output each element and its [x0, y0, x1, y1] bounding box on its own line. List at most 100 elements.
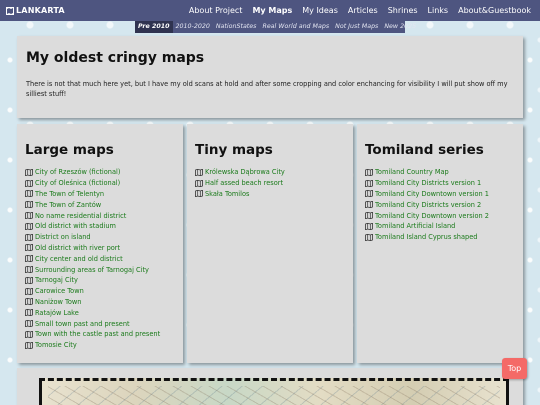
map-link[interactable]: Tomiland Country Map — [375, 168, 449, 176]
map-icon — [25, 330, 33, 338]
map-list-item: Tomosie City — [25, 340, 175, 351]
map-link[interactable]: Old district with river port — [35, 244, 120, 252]
map-icon — [365, 168, 373, 176]
map-list-item: Carowice Town — [25, 286, 175, 297]
map-icon — [25, 266, 33, 274]
large-maps-heading: Large maps — [25, 142, 114, 158]
map-icon — [25, 341, 33, 349]
map-icon — [25, 168, 33, 176]
map-link[interactable]: Skała Tomilos — [205, 190, 249, 198]
map-list-item: The Town of Telentyn — [25, 189, 175, 200]
map-link[interactable]: Ratajów Lake — [35, 309, 79, 317]
subnav-pre-2010[interactable]: Pre 2010 — [135, 21, 173, 33]
subnav-real-world-maps[interactable]: Real World and Maps — [259, 21, 332, 33]
map-link[interactable]: Old district with stadium — [35, 222, 116, 230]
tiny-maps-heading: Tiny maps — [195, 142, 273, 158]
subnav-2010-2020[interactable]: 2010-2020 — [173, 21, 213, 33]
map-link[interactable]: Królewska Dąbrowa City — [205, 168, 285, 176]
map-scan-texture — [48, 386, 500, 405]
map-icon — [365, 201, 373, 209]
map-icon — [25, 244, 33, 252]
map-link[interactable]: Surrounding areas of Tarnogaj City — [35, 266, 149, 274]
large-maps-panel: Large maps City of Rzeszów (fictional) Ci… — [17, 124, 183, 363]
map-icon — [25, 287, 33, 295]
subnav-new-2025[interactable]: New 2025 — [381, 21, 419, 33]
map-link[interactable]: Small town past and present — [35, 320, 130, 328]
tiny-maps-panel: Tiny maps Królewska Dąbrowa City Half ass… — [187, 124, 353, 363]
map-link[interactable]: Naniżow Town — [35, 298, 81, 306]
nav-about-guestbook[interactable]: About&Guestbook — [453, 0, 536, 21]
map-icon — [25, 309, 33, 317]
map-list-item: The Town of Zantów — [25, 199, 175, 210]
map-link[interactable]: No name residential district — [35, 212, 126, 220]
map-list-item: Small town past and present — [25, 318, 175, 329]
map-link[interactable]: Tomiland City Downtown version 2 — [375, 212, 489, 220]
map-preview-panel — [17, 368, 523, 405]
map-icon — [195, 168, 203, 176]
tomiland-series-heading: Tomiland series — [365, 142, 484, 158]
subnav-not-just-maps[interactable]: Not Just Maps — [332, 21, 381, 33]
map-list-item: Naniżow Town — [25, 297, 175, 308]
sub-navigation: Pre 2010 2010-2020 NationStates Real Wor… — [135, 21, 416, 33]
tomiland-series-panel: Tomiland series Tomiland Country Map Tomi… — [357, 124, 523, 363]
map-link[interactable]: Tomiland City Districts version 1 — [375, 179, 481, 187]
map-scan-image[interactable] — [39, 378, 509, 405]
map-link[interactable]: The Town of Telentyn — [35, 190, 104, 198]
map-icon — [195, 190, 203, 198]
map-list-item: Tomiland Artificial Island — [365, 221, 515, 232]
map-link[interactable]: Tomiland City Districts version 2 — [375, 201, 481, 209]
map-list-item: Surrounding areas of Tarnogaj City — [25, 264, 175, 275]
nav-my-ideas[interactable]: My Ideas — [297, 0, 343, 21]
map-link[interactable]: The Town of Zantów — [35, 201, 101, 209]
top-navigation-bar: LANKARTA About Project My Maps My Ideas … — [0, 0, 540, 21]
map-link[interactable]: Tomiland City Downtown version 1 — [375, 190, 489, 198]
map-logo-icon — [6, 6, 14, 15]
back-to-top-button[interactable]: Top — [502, 358, 527, 379]
map-icon — [25, 298, 33, 306]
map-icon — [365, 179, 373, 187]
map-icon — [365, 190, 373, 198]
nav-shrines[interactable]: Shrines — [383, 0, 423, 21]
map-icon — [195, 179, 203, 187]
site-logo-text: LANKARTA — [16, 6, 65, 15]
map-link[interactable]: Tomosie City — [35, 341, 77, 349]
map-list-item: Tomiland City Downtown version 2 — [365, 210, 515, 221]
subnav-nationstates[interactable]: NationStates — [213, 21, 260, 33]
map-link[interactable]: City of Rzeszów (fictional) — [35, 168, 120, 176]
map-link[interactable]: District on island — [35, 233, 91, 241]
map-link[interactable]: Town with the castle past and present — [35, 330, 160, 338]
map-list-item: Tarnogaj City — [25, 275, 175, 286]
map-list-item: Tomiland City Downtown version 1 — [365, 189, 515, 200]
map-list-item: Town with the castle past and present — [25, 329, 175, 340]
map-link[interactable]: City center and old district — [35, 255, 123, 263]
intro-text: There is not that much here yet, but I h… — [26, 80, 508, 98]
map-link[interactable]: Half assed beach resort — [205, 179, 283, 187]
tiny-maps-list: Królewska Dąbrowa City Half assed beach r… — [195, 167, 345, 199]
tomiland-series-list: Tomiland Country Map Tomiland City Distri… — [365, 167, 515, 243]
main-nav: About Project My Maps My Ideas Articles … — [184, 0, 536, 21]
map-icon — [25, 233, 33, 241]
map-list-item: Half assed beach resort — [195, 178, 345, 189]
nav-links[interactable]: Links — [423, 0, 454, 21]
map-link[interactable]: Tomiland Artificial Island — [375, 222, 455, 230]
map-list-item: Tomiland Island Cyprus shaped — [365, 232, 515, 243]
map-link[interactable]: Carowice Town — [35, 287, 84, 295]
map-link[interactable]: Tomiland Island Cyprus shaped — [375, 233, 477, 241]
map-link[interactable]: Tarnogaj City — [35, 276, 78, 284]
map-link[interactable]: City of Oleśnica (fictional) — [35, 179, 120, 187]
map-list-item: Old district with river port — [25, 243, 175, 254]
site-logo[interactable]: LANKARTA — [6, 6, 65, 15]
large-maps-list: City of Rzeszów (fictional) City of Oleśn… — [25, 167, 175, 351]
map-icon — [25, 212, 33, 220]
map-icon — [25, 179, 33, 187]
map-icon — [25, 201, 33, 209]
map-list-item: Old district with stadium — [25, 221, 175, 232]
intro-panel: My oldest cringy maps There is not that … — [17, 36, 523, 118]
map-list-item: No name residential district — [25, 210, 175, 221]
map-icon — [365, 222, 373, 230]
nav-my-maps[interactable]: My Maps — [247, 0, 297, 21]
map-list-item: Skała Tomilos — [195, 189, 345, 200]
nav-articles[interactable]: Articles — [343, 0, 383, 21]
nav-about-project[interactable]: About Project — [184, 0, 248, 21]
map-list-item: District on island — [25, 232, 175, 243]
